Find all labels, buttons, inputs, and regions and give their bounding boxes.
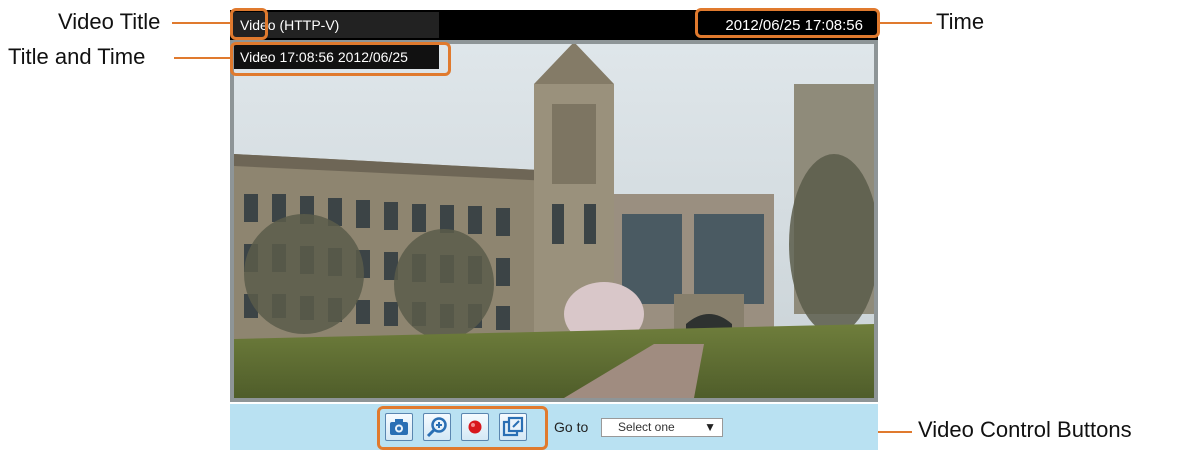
highlight-time xyxy=(695,8,880,38)
highlight-title-and-time xyxy=(230,42,451,76)
live-video-image[interactable] xyxy=(230,40,878,402)
goto-label: Go to xyxy=(554,419,589,435)
dropdown-arrow-icon: ▼ xyxy=(704,420,716,434)
callout-video-title: Video Title xyxy=(58,9,161,34)
goto-select-value: Select one xyxy=(618,420,675,434)
campus-scene xyxy=(234,44,874,398)
callout-time: Time xyxy=(936,9,985,34)
leader-line xyxy=(174,57,230,59)
leader-line xyxy=(172,22,232,24)
highlight-control-buttons xyxy=(377,406,548,450)
goto-select[interactable]: Select one ▼ xyxy=(601,418,723,437)
callout-title-and-time: Title and Time xyxy=(8,44,146,69)
highlight-video-title xyxy=(230,8,268,40)
leader-line xyxy=(878,22,932,24)
video-control-bar: Go to Select one ▼ xyxy=(230,404,878,450)
callout-video-control-buttons: Video Control Buttons xyxy=(918,417,1132,442)
